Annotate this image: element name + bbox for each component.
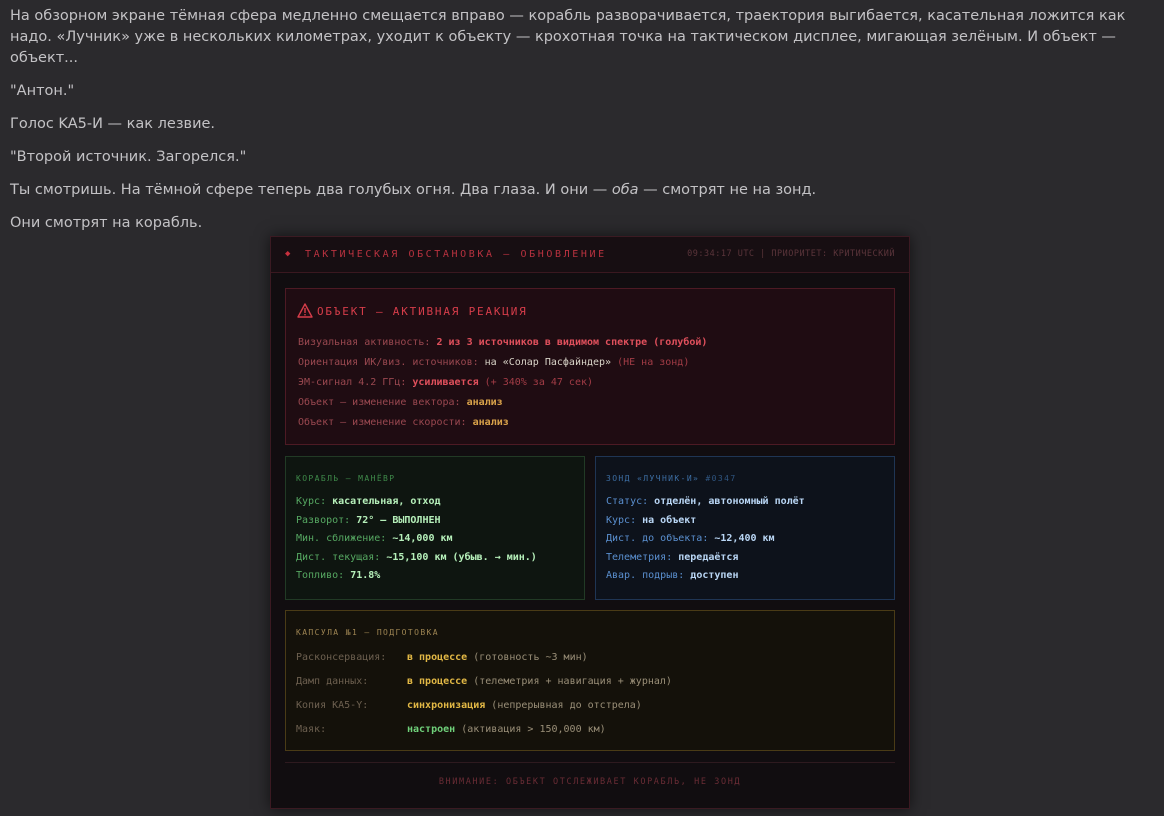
row-value: 71.8%	[350, 570, 381, 582]
probe-row: Телеметрия: передаётся	[606, 552, 805, 571]
row-label: Ориентация ИК/виз. источников:	[298, 357, 485, 368]
story-paragraph: Они смотрят на корабль.	[10, 215, 203, 231]
alert-row: Объект — изменение скорости: анализ	[298, 417, 707, 437]
panel-header: ◆ ТАКТИЧЕСКАЯ ОБСТАНОВКА — ОБНОВЛЕНИЕ 09…	[271, 237, 909, 273]
row-value: на объект	[642, 514, 697, 526]
row-label: Дист. до объекта:	[606, 533, 715, 545]
row-value: ~15,100 км (убыв. → мин.)	[386, 551, 537, 563]
capsule-row: Маяк: настроен (активация > 150,000 км)	[296, 724, 672, 748]
row-label: Визуальная активность:	[298, 337, 437, 348]
row-value: на «Солар Пасфайндер»	[484, 357, 612, 368]
story-text-span: Ты смотришь. На тёмной сфере теперь два …	[10, 182, 612, 198]
story-paragraph: На обзорном экране тёмная сфера медленно…	[10, 8, 1126, 66]
probe-row: Авар. подрыв: доступен	[606, 570, 805, 589]
row-note: (непрерывная до отстрела)	[485, 700, 642, 711]
row-extra: (НЕ на зонд)	[611, 357, 690, 368]
ship-row: Разворот: 72° — ВЫПОЛНЕН	[296, 515, 537, 534]
row-label: Маяк:	[296, 724, 327, 735]
alert-row: ЭМ-сигнал 4.2 ГГц: усиливается (+ 340% з…	[298, 377, 707, 397]
ship-row: Дист. текущая: ~15,100 км (убыв. → мин.)	[296, 552, 537, 571]
tactical-panel: ◆ ТАКТИЧЕСКАЯ ОБСТАНОВКА — ОБНОВЛЕНИЕ 09…	[270, 236, 910, 809]
story-paragraph: "Второй источник. Загорелся."	[10, 149, 247, 165]
probe-heading-text: ЗОНД «ЛУЧНИК-И»	[606, 474, 700, 483]
row-label: Расконсервация:	[296, 652, 387, 663]
row-label: Курс:	[606, 514, 643, 526]
row-note: (телеметрия + навигация + журнал)	[467, 676, 672, 687]
panel-title: ТАКТИЧЕСКАЯ ОБСТАНОВКА — ОБНОВЛЕНИЕ	[305, 249, 607, 260]
row-value: настроен	[407, 724, 456, 735]
row-value: анализ	[472, 417, 509, 428]
row-label: Объект — изменение вектора:	[298, 397, 467, 408]
row-value: ~12,400 км	[714, 533, 775, 545]
capsule-prep-box: КАПСУЛА №1 — ПОДГОТОВКА Расконсервация: в…	[285, 610, 895, 751]
capsule-heading: КАПСУЛА №1 — ПОДГОТОВКА	[296, 628, 439, 637]
row-label: Курс:	[296, 496, 333, 507]
object-alert-box: ОБЪЕКТ — АКТИВНАЯ РЕАКЦИЯ Визуальная акт…	[285, 288, 895, 445]
probe-row: Статус: отделён, автономный полёт	[606, 496, 805, 515]
row-value: ~14,000 км	[392, 533, 453, 545]
ship-row: Курс: касательная, отход	[296, 496, 537, 515]
row-note: (активация > 150,000 км)	[455, 724, 606, 735]
row-value: 2 из 3 источников в видимом спектре (гол…	[436, 337, 708, 348]
ship-maneuver-box: КОРАБЛЬ — МАНЁВР Курс: касательная, отхо…	[285, 456, 585, 600]
row-label: ЭМ-сигнал 4.2 ГГц:	[298, 377, 413, 388]
story-paragraph: Ты смотришь. На тёмной сфере теперь два …	[10, 180, 1158, 201]
story-paragraph: Голос KA5-И — как лезвие.	[10, 116, 216, 132]
row-value: доступен	[690, 570, 739, 582]
story-text-span: — смотрят не на зонд.	[638, 182, 817, 198]
alert-row: Объект — изменение вектора: анализ	[298, 397, 707, 417]
alert-row: Визуальная активность: 2 из 3 источников…	[298, 337, 707, 357]
row-label: Копия KA5-Y:	[296, 700, 369, 711]
row-value: передаётся	[678, 551, 739, 563]
row-label: Статус:	[606, 496, 655, 507]
row-note: (готовность ~3 мин)	[467, 652, 588, 663]
row-value: 72° — ВЫПОЛНЕН	[356, 514, 441, 526]
alert-heading: ОБЪЕКТ — АКТИВНАЯ РЕАКЦИЯ	[297, 303, 528, 318]
row-label: Телеметрия:	[606, 551, 679, 563]
row-label: Мин. сближение:	[296, 533, 393, 545]
ship-row: Топливо: 71.8%	[296, 570, 537, 589]
row-value: отделён, автономный полёт	[654, 496, 805, 507]
capsule-row: Дамп данных: в процессе (телеметрия + нав…	[296, 676, 672, 700]
story-paragraph: "Антон."	[10, 83, 75, 99]
row-label: Авар. подрыв:	[606, 570, 691, 582]
footer-divider	[285, 762, 895, 763]
row-value: усиливается	[412, 377, 479, 388]
row-value: касательная, отход	[332, 496, 441, 507]
capsule-row: Расконсервация: в процессе (готовность ~3…	[296, 652, 672, 676]
row-label: Топливо:	[296, 570, 351, 582]
row-label: Дамп данных:	[296, 676, 369, 687]
probe-row: Дист. до объекта: ~12,400 км	[606, 533, 805, 552]
row-label: Объект — изменение скорости:	[298, 417, 473, 428]
story-text: На обзорном экране тёмная сфера медленно…	[10, 6, 1158, 246]
probe-status-box: ЗОНД «ЛУЧНИК-И» #0347 Статус: отделён, а…	[595, 456, 895, 600]
row-value: синхронизация	[407, 700, 486, 711]
panel-footer-warning: ВНИМАНИЕ: ОБЪЕКТ ОТСЛЕЖИВАЕТ КОРАБЛЬ, НЕ…	[438, 777, 742, 787]
row-extra: (+ 340% за 47 сек)	[478, 377, 594, 388]
row-label: Разворот:	[296, 514, 357, 526]
warning-icon	[297, 303, 313, 318]
probe-heading: ЗОНД «ЛУЧНИК-И» #0347	[606, 474, 737, 483]
diamond-icon: ◆	[285, 249, 291, 259]
capsule-row: Копия KA5-Y: синхронизация (непрерывная д…	[296, 700, 672, 724]
alert-heading-text: ОБЪЕКТ — АКТИВНАЯ РЕАКЦИЯ	[317, 305, 528, 318]
panel-timestamp-priority: 09:34:17 UTC | ПРИОРИТЕТ: КРИТИЧЕСКИЙ	[687, 249, 895, 259]
row-value: анализ	[466, 397, 503, 408]
probe-row: Курс: на объект	[606, 515, 805, 534]
row-label: Дист. текущая:	[296, 551, 387, 563]
row-value: в процессе	[407, 652, 468, 663]
row-value: в процессе	[407, 676, 468, 687]
ship-heading: КОРАБЛЬ — МАНЁВР	[296, 474, 396, 483]
probe-number: #0347	[705, 474, 737, 483]
story-emphasis: оба	[611, 182, 639, 198]
alert-row: Ориентация ИК/виз. источников: на «Солар…	[298, 357, 707, 377]
ship-row: Мин. сближение: ~14,000 км	[296, 533, 537, 552]
